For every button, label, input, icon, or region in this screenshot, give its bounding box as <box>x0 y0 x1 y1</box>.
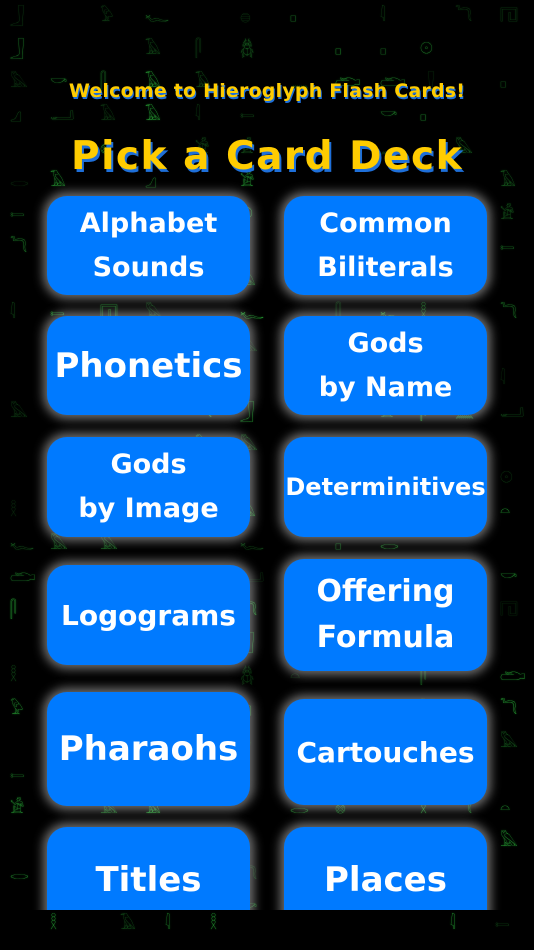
hieroglyph-glyph: 𓉔 <box>500 600 518 619</box>
hieroglyph-glyph: 𓊪 <box>420 105 427 124</box>
hieroglyph-glyph: 𓇋 <box>500 369 506 388</box>
hieroglyph-glyph: 𓀀 <box>500 204 515 223</box>
hieroglyph-glyph: 𓎛 <box>50 914 58 933</box>
hieroglyph-glyph: 𓏏 <box>500 501 511 520</box>
hieroglyph-glyph: 𓇳 <box>500 468 513 487</box>
hieroglyph-glyph: 𓎡 <box>500 567 518 586</box>
hieroglyph-glyph: 𓆣 <box>240 666 255 685</box>
hieroglyph-glyph: 𓊪 <box>380 39 387 58</box>
hieroglyph-glyph: 𓆓 <box>500 303 518 322</box>
hieroglyph-glyph: 𓆓 <box>455 6 473 25</box>
hieroglyph-glyph: 𓍿 <box>10 765 25 784</box>
hieroglyph-glyph: 𓅓 <box>500 732 518 751</box>
deck-button-gods-by-name[interactable]: Gods by Name <box>284 316 487 415</box>
hieroglyph-glyph: 𓄿 <box>145 105 161 124</box>
hieroglyph-glyph: 𓏏 <box>500 798 511 817</box>
hieroglyph-glyph: 𓆣 <box>240 39 255 58</box>
hieroglyph-glyph: 𓋴 <box>195 39 202 58</box>
hieroglyph-glyph: 𓂝 <box>500 402 525 421</box>
deck-label: Alphabet Sounds <box>79 207 218 283</box>
deck-label: Places <box>324 860 447 900</box>
hieroglyph-glyph: 𓂋 <box>380 534 399 553</box>
hieroglyph-glyph: 𓐍 <box>240 6 251 25</box>
hieroglyph-glyph: 𓀀 <box>10 798 25 817</box>
welcome-text: Welcome to Hieroglyph Flash Cards! <box>68 80 466 102</box>
hieroglyph-glyph: 𓍿 <box>10 204 25 223</box>
main-screen: 𓃀𓅱𓆑𓐍𓊪𓇋𓆓𓉔𓃀𓄿𓋴𓆣𓊪𓊪𓇳𓅓𓎡𓋴𓄿𓄿𓈖𓂧𓂧𓃀𓊪𓈎𓂝𓄿𓄿𓇋𓍿𓎡𓊪𓊖𓀀𓀀𓈖𓅓𓂋𓄿… <box>0 0 534 910</box>
hieroglyph-glyph: 𓎛 <box>210 914 218 933</box>
hieroglyph-glyph: 𓂧 <box>10 567 36 586</box>
page-title: Pick a Card Deck <box>70 134 464 179</box>
deck-button-alphabet-sounds[interactable]: Alphabet Sounds <box>47 196 250 295</box>
hieroglyph-glyph: 𓍿 <box>495 914 510 933</box>
hieroglyph-glyph: 𓅓 <box>10 402 28 421</box>
hieroglyph-glyph: 𓂧 <box>500 666 526 685</box>
hieroglyph-glyph: 𓇋 <box>165 914 171 933</box>
hieroglyph-glyph: 𓅓 <box>100 534 118 553</box>
hieroglyph-glyph: 𓆑 <box>240 303 265 322</box>
hieroglyph-glyph: 𓍿 <box>500 237 515 256</box>
hieroglyph-glyph: 𓎛 <box>10 666 18 685</box>
hieroglyph-glyph: 𓂝 <box>50 105 75 124</box>
hieroglyph-glyph: 𓃀 <box>10 6 25 25</box>
hieroglyph-glyph: 𓊪 <box>335 39 342 58</box>
hieroglyph-glyph: 𓉔 <box>500 6 518 25</box>
deck-button-titles[interactable]: Titles <box>47 827 250 910</box>
deck-button-offering-formula[interactable]: Offering Formula <box>284 559 487 671</box>
hieroglyph-glyph: 𓇋 <box>450 914 456 933</box>
hieroglyph-glyph: 𓋴 <box>10 600 17 619</box>
deck-button-gods-by-image[interactable]: Gods by Image <box>47 437 250 537</box>
deck-button-places[interactable]: Places <box>284 827 487 910</box>
deck-label: Offering Formula <box>316 574 455 655</box>
hieroglyph-glyph: 𓇋 <box>380 6 386 25</box>
hieroglyph-glyph: 𓆑 <box>145 6 170 25</box>
deck-label: Gods by Name <box>318 327 453 403</box>
deck-label: Pharaohs <box>58 729 239 769</box>
deck-button-determinitives[interactable]: Determinitives <box>284 437 487 537</box>
hieroglyph-glyph: 𓄿 <box>120 914 136 933</box>
deck-label: Titles <box>95 860 202 900</box>
hieroglyph-glyph: 𓄿 <box>145 39 161 58</box>
deck-label: Determinitives <box>285 473 486 501</box>
hieroglyph-glyph: 𓅓 <box>500 831 518 850</box>
deck-label: Cartouches <box>296 735 475 769</box>
hieroglyph-glyph: 𓍿 <box>240 105 255 124</box>
bottom-hieroglyph-strip: 𓎛𓄿𓇋𓎛𓇋𓍿 <box>0 910 534 950</box>
hieroglyph-glyph: 𓇳 <box>420 39 433 58</box>
deck-label: Common Biliterals <box>317 207 454 283</box>
hieroglyph-glyph: 𓂋 <box>10 864 29 883</box>
hieroglyph-glyph: 𓅱 <box>100 6 114 25</box>
deck-label: Logograms <box>61 598 236 632</box>
deck-button-pharaohs[interactable]: Pharaohs <box>47 692 250 806</box>
hieroglyph-glyph: 𓈎 <box>10 105 22 124</box>
hieroglyph-glyph: 𓊪 <box>290 6 297 25</box>
hieroglyph-glyph: 𓎛 <box>10 501 18 520</box>
hieroglyph-glyph: 𓆑 <box>10 534 35 553</box>
hieroglyph-glyph: 𓃀 <box>10 39 25 58</box>
hieroglyph-glyph: 𓇋 <box>10 303 16 322</box>
hieroglyph-glyph: 𓄿 <box>100 105 116 124</box>
deck-label: Phonetics <box>54 345 243 386</box>
hieroglyph-glyph: 𓅱 <box>10 699 24 718</box>
hieroglyph-glyph: 𓎡 <box>380 105 398 124</box>
hieroglyph-glyph: 𓊪 <box>335 534 342 553</box>
hieroglyph-glyph: 𓅓 <box>50 534 68 553</box>
hieroglyph-glyph: 𓆓 <box>10 237 28 256</box>
deck-button-cartouches[interactable]: Cartouches <box>284 699 487 805</box>
hieroglyph-glyph: 𓆑 <box>240 534 265 553</box>
hieroglyph-glyph: 𓇋 <box>195 105 201 124</box>
deck-button-common-biliterals[interactable]: Common Biliterals <box>284 196 487 295</box>
deck-button-phonetics[interactable]: Phonetics <box>47 316 250 415</box>
hieroglyph-glyph: 𓆓 <box>500 699 518 718</box>
deck-button-logograms[interactable]: Logograms <box>47 565 250 665</box>
deck-label: Gods by Image <box>78 449 219 524</box>
